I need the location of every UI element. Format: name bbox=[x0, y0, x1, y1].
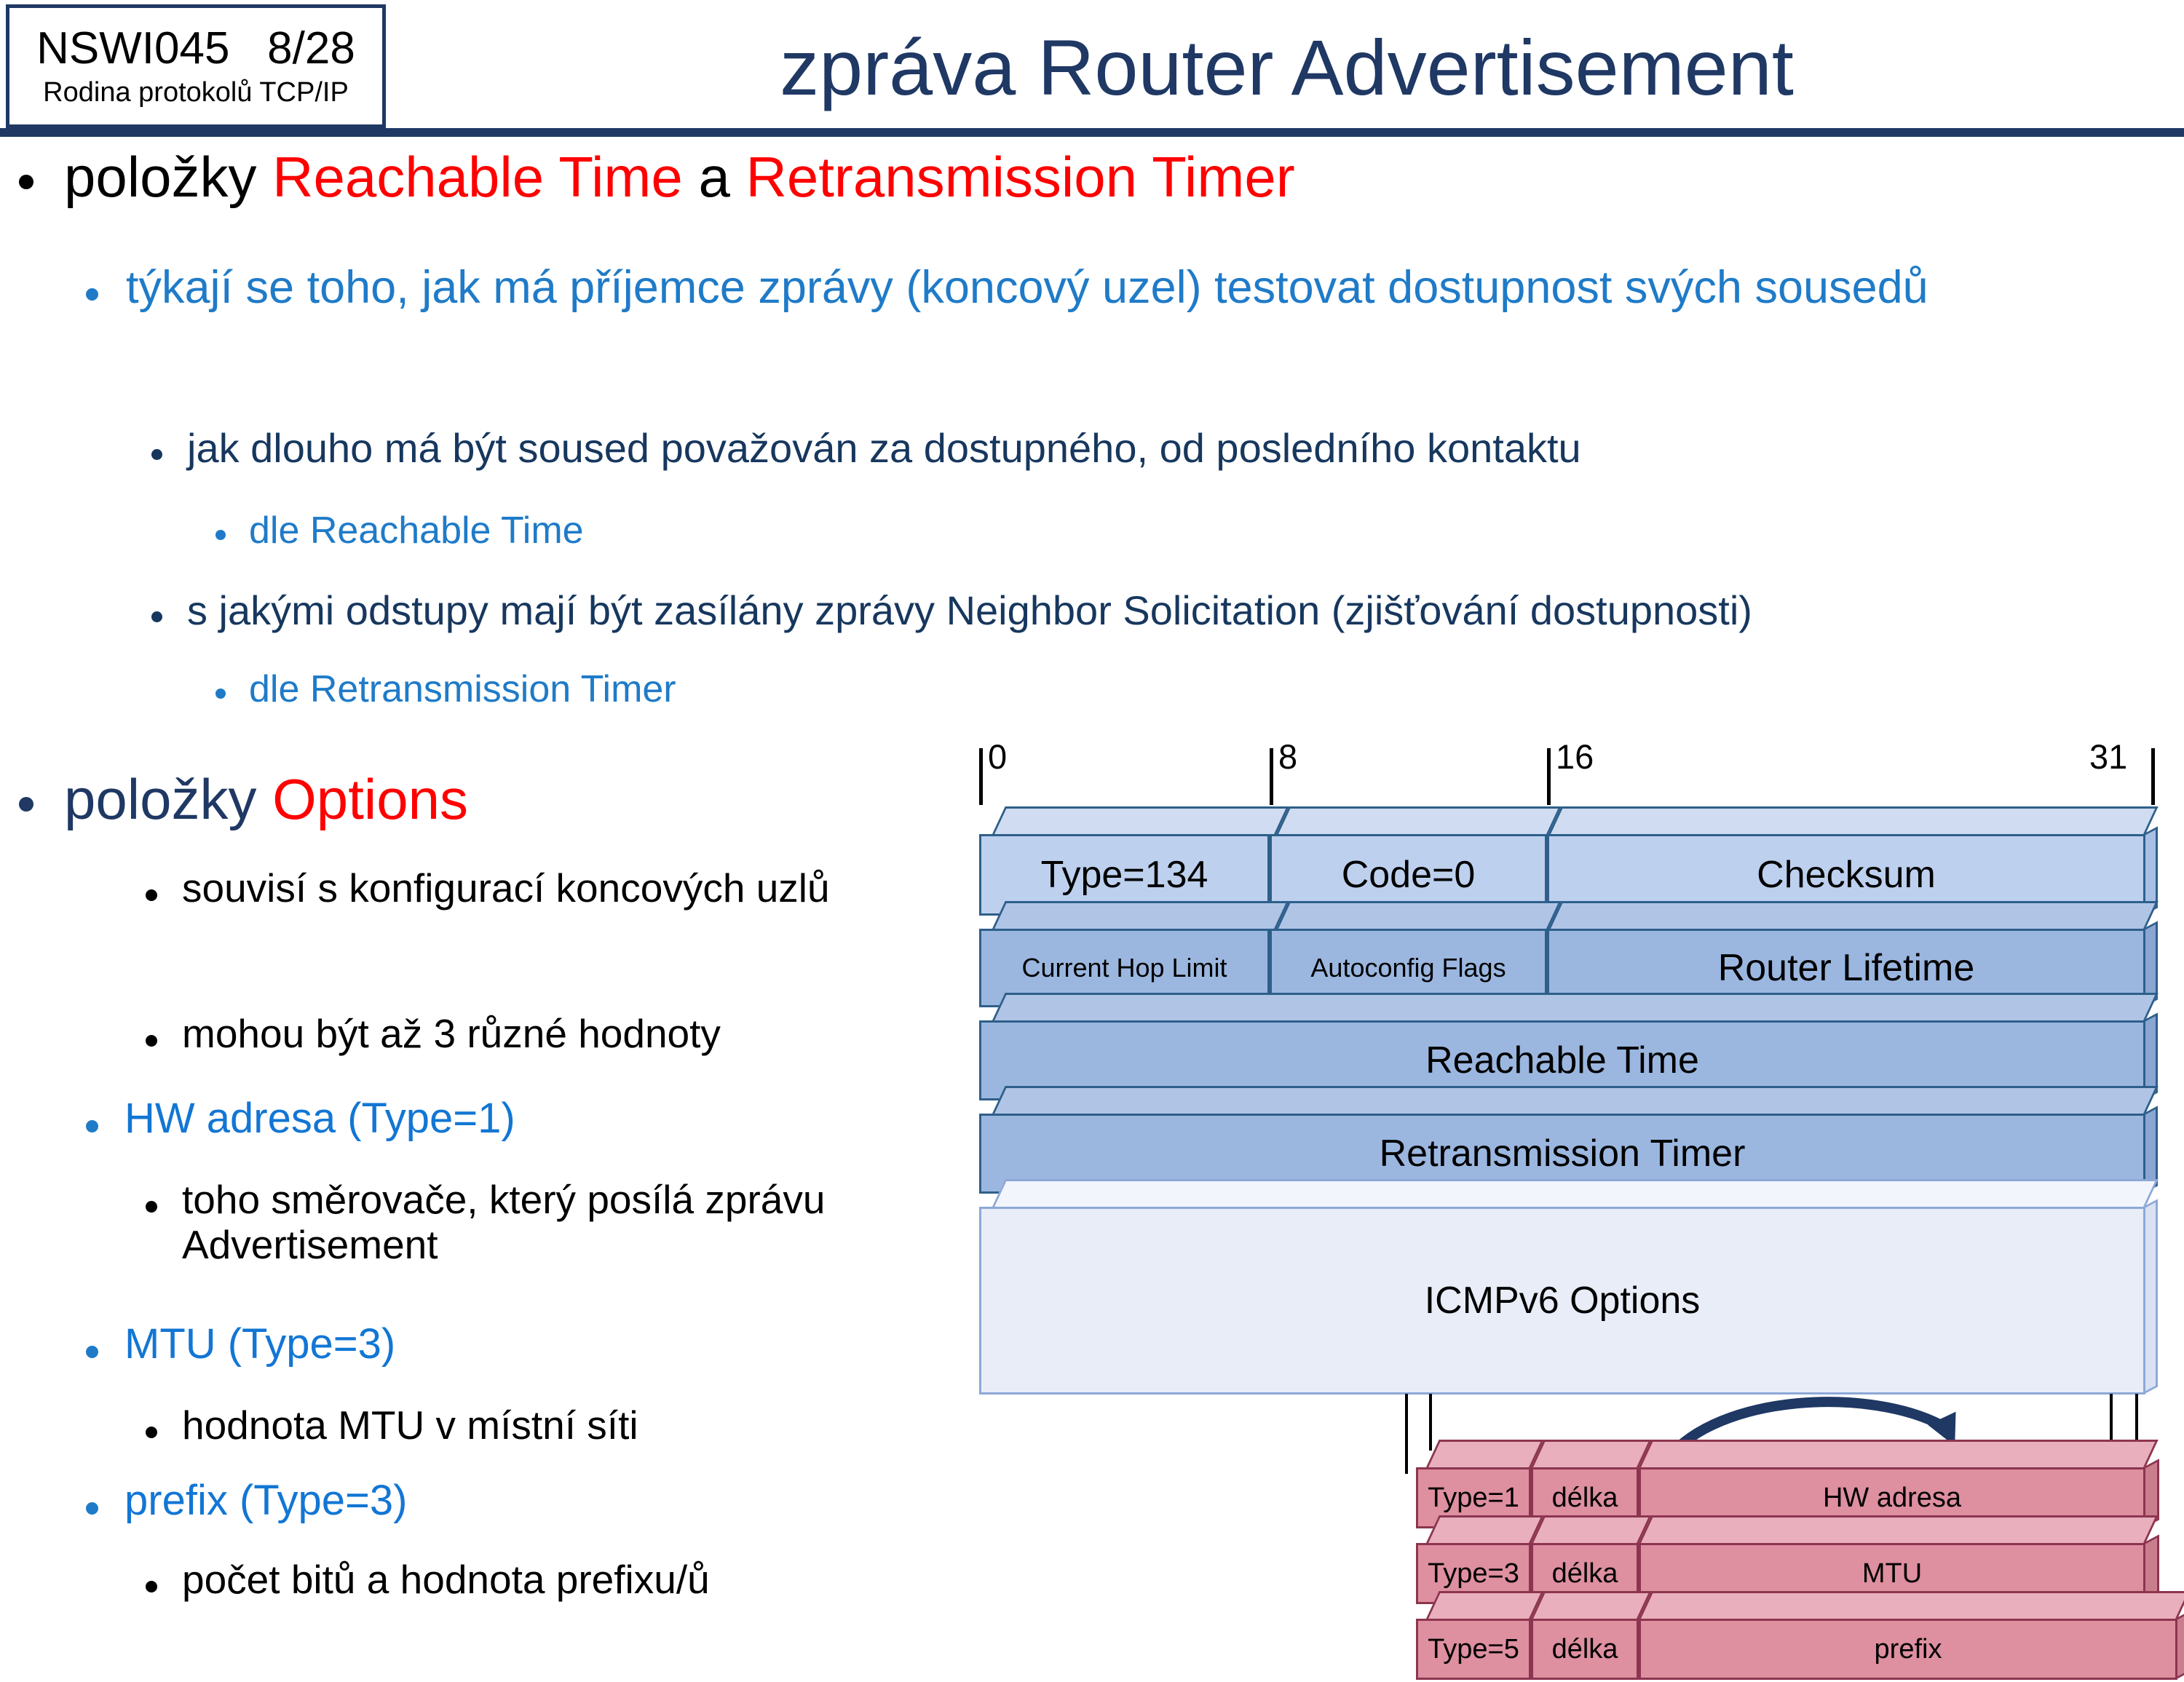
course-info-box: NSWI045 8/28 Rodina protokolů TCP/IP bbox=[6, 4, 386, 128]
bullet-text: dle Reachable Time bbox=[249, 509, 584, 552]
option-field-value-3: prefix bbox=[1639, 1619, 2177, 1680]
bullet-text: HW adresa (Type=1) bbox=[124, 1095, 515, 1142]
packet-format-diagram: 0 8 16 31 Type=134 Code=0 Checksum Curre… bbox=[979, 735, 2184, 1680]
bullet-dot-icon bbox=[146, 1581, 157, 1592]
opt3-side-face bbox=[2175, 1610, 2184, 1680]
bullet-option-mtu: MTU (Type=3) bbox=[0, 1320, 939, 1368]
opt2-top-face-a bbox=[1426, 1515, 1544, 1543]
bullet-text: MTU (Type=3) bbox=[124, 1320, 396, 1368]
bullet-text: prefix (Type=3) bbox=[124, 1477, 408, 1524]
opt2-top-face-c bbox=[1639, 1515, 2159, 1543]
option-field-type-3: Type=5 bbox=[1416, 1619, 1531, 1680]
bullet-level2-neighbor-testing: týkají se toho, jak má příjemce zprávy (… bbox=[0, 262, 2097, 314]
row2-top-face-b bbox=[1276, 901, 1562, 929]
bullet-text: s jakými odstupy mají být zasílány zpráv… bbox=[187, 587, 1752, 633]
course-subtitle: Rodina protokolů TCP/IP bbox=[43, 77, 349, 108]
bullet-level1-timers: položky Reachable Time a Retransmission … bbox=[0, 145, 2148, 209]
packet-row-4: Retransmission Timer bbox=[979, 1086, 2159, 1194]
bullet-text-highlight-reachable: Reachable Time bbox=[272, 145, 683, 209]
bullet-level4-dle-retransmission-timer: dle Retransmission Timer bbox=[0, 668, 2097, 710]
page-title: zpráva Router Advertisement bbox=[780, 23, 1794, 111]
bullet-text: hodnota MTU v místní síti bbox=[182, 1403, 638, 1448]
bullet-text: souvisí s konfigurací koncových uzlů bbox=[182, 865, 830, 911]
bit-offset-ruler: 0 8 16 31 bbox=[979, 735, 2184, 812]
bullet-option-hw-address: HW adresa (Type=1) bbox=[0, 1095, 939, 1143]
bullet-dot-icon bbox=[86, 1346, 98, 1358]
ruler-label-8: 8 bbox=[1278, 737, 1298, 776]
bullet-level3-reachability-duration: jak dlouho má být soused považován za do… bbox=[0, 425, 2097, 472]
packet-field-icmpv6-options: ICMPv6 Options bbox=[979, 1207, 2145, 1395]
ruler-label-31: 31 bbox=[2089, 737, 2128, 776]
bullet-text: počet bitů a hodnota prefixu/ů bbox=[182, 1557, 710, 1602]
opt3-top-face-a bbox=[1426, 1591, 1544, 1619]
bullet-text-highlight-retransmission: Retransmission Timer bbox=[745, 145, 1295, 209]
bullet-level4-dle-reachable-time: dle Reachable Time bbox=[0, 509, 2097, 552]
bullet-level1-options: položky Options bbox=[0, 767, 946, 831]
bullet-dot-icon bbox=[215, 689, 226, 699]
bullet-dot-icon bbox=[19, 175, 33, 189]
bullet-dot-icon bbox=[146, 889, 157, 901]
bullet-text: toho směrovače, který posílá zprávu Adve… bbox=[182, 1177, 826, 1267]
ruler-label-0: 0 bbox=[988, 737, 1008, 776]
opt3-top-face-c bbox=[1639, 1591, 2184, 1619]
bullet-dot-icon bbox=[146, 1427, 157, 1438]
bullet-text: dle Retransmission Timer bbox=[249, 668, 676, 710]
opt3-top-face-b bbox=[1531, 1591, 1652, 1619]
bullet-option-mtu-detail: hodnota MTU v místní síti bbox=[0, 1403, 939, 1448]
bullet-option-prefix: prefix (Type=3) bbox=[0, 1477, 939, 1525]
bullet-level3-neighbor-solicitation-intervals: s jakými odstupy mají být zasílány zpráv… bbox=[0, 587, 2155, 634]
header-divider bbox=[0, 128, 2184, 137]
bullet-dot-icon bbox=[19, 797, 33, 812]
bullet-dot-icon bbox=[151, 449, 162, 460]
packet-row-2: Current Hop Limit Autoconfig Flags Route… bbox=[979, 901, 2159, 1007]
bullet-dot-icon bbox=[86, 1502, 98, 1515]
bullet-text: mohou být až 3 různé hodnoty bbox=[182, 1011, 721, 1056]
bullet-dot-icon bbox=[215, 530, 226, 540]
opt1-top-face-b bbox=[1531, 1440, 1652, 1467]
bullet-option-prefix-detail: počet bitů a hodnota prefixu/ů bbox=[0, 1557, 939, 1603]
ruler-tick-8 bbox=[1270, 748, 1273, 805]
row4-top-face bbox=[992, 1086, 2159, 1114]
row1-top-face-a bbox=[992, 806, 1289, 834]
bullet-text-highlight-options: Options bbox=[272, 767, 468, 831]
ruler-label-16: 16 bbox=[1556, 737, 1594, 776]
row2-top-face-c bbox=[1548, 901, 2159, 929]
bullet-options-three-values: mohou být až 3 různé hodnoty bbox=[0, 1011, 939, 1057]
packet-row-1: Type=134 Code=0 Checksum bbox=[979, 806, 2159, 916]
row3-top-face bbox=[992, 993, 2159, 1020]
bullet-text: jak dlouho má být soused považován za do… bbox=[187, 425, 1581, 471]
bullet-dot-icon bbox=[146, 1035, 157, 1047]
bullet-dot-icon bbox=[86, 288, 98, 301]
bullet-text-plain: položky bbox=[64, 767, 273, 831]
option-field-length-3: délka bbox=[1531, 1619, 1639, 1680]
opt1-top-face-a bbox=[1426, 1440, 1544, 1467]
ruler-tick-0 bbox=[979, 748, 983, 805]
bullet-text-conj: a bbox=[682, 145, 746, 209]
row1-top-face-b bbox=[1276, 806, 1562, 834]
row2-top-face-a bbox=[992, 901, 1289, 929]
ruler-tick-16 bbox=[1547, 748, 1551, 805]
opt1-top-face-c bbox=[1639, 1440, 2159, 1467]
bullet-text-plain: položky bbox=[64, 145, 273, 209]
row5-side-face bbox=[2143, 1199, 2158, 1395]
bullet-dot-icon bbox=[146, 1201, 157, 1213]
slide-header: NSWI045 8/28 Rodina protokolů TCP/IP zpr… bbox=[0, 0, 2184, 137]
bullet-text: položky Reachable Time a Retransmission … bbox=[64, 145, 1295, 209]
packet-row-5: ICMPv6 Options bbox=[979, 1179, 2159, 1397]
bullet-text: týkají se toho, jak má příjemce zprávy (… bbox=[126, 262, 1928, 313]
bullet-options-endnode-config: souvisí s konfigurací koncových uzlů bbox=[0, 865, 939, 911]
row5-top-face bbox=[992, 1179, 2159, 1207]
ruler-tick-31 bbox=[2151, 748, 2155, 805]
opt2-top-face-b bbox=[1531, 1515, 1652, 1543]
bullet-dot-icon bbox=[151, 611, 162, 622]
bullet-dot-icon bbox=[86, 1120, 98, 1132]
option-row-3: Type=5 délka prefix bbox=[1416, 1591, 2184, 1682]
packet-row-3: Reachable Time bbox=[979, 993, 2159, 1100]
connector-line-left-outer bbox=[1405, 1394, 1408, 1474]
bullet-text: položky Options bbox=[64, 767, 468, 831]
bullet-option-hw-address-detail: toho směrovače, který posílá zprávu Adve… bbox=[0, 1177, 939, 1267]
row1-top-face-c bbox=[1548, 806, 2159, 834]
course-code: NSWI045 8/28 bbox=[36, 23, 355, 74]
